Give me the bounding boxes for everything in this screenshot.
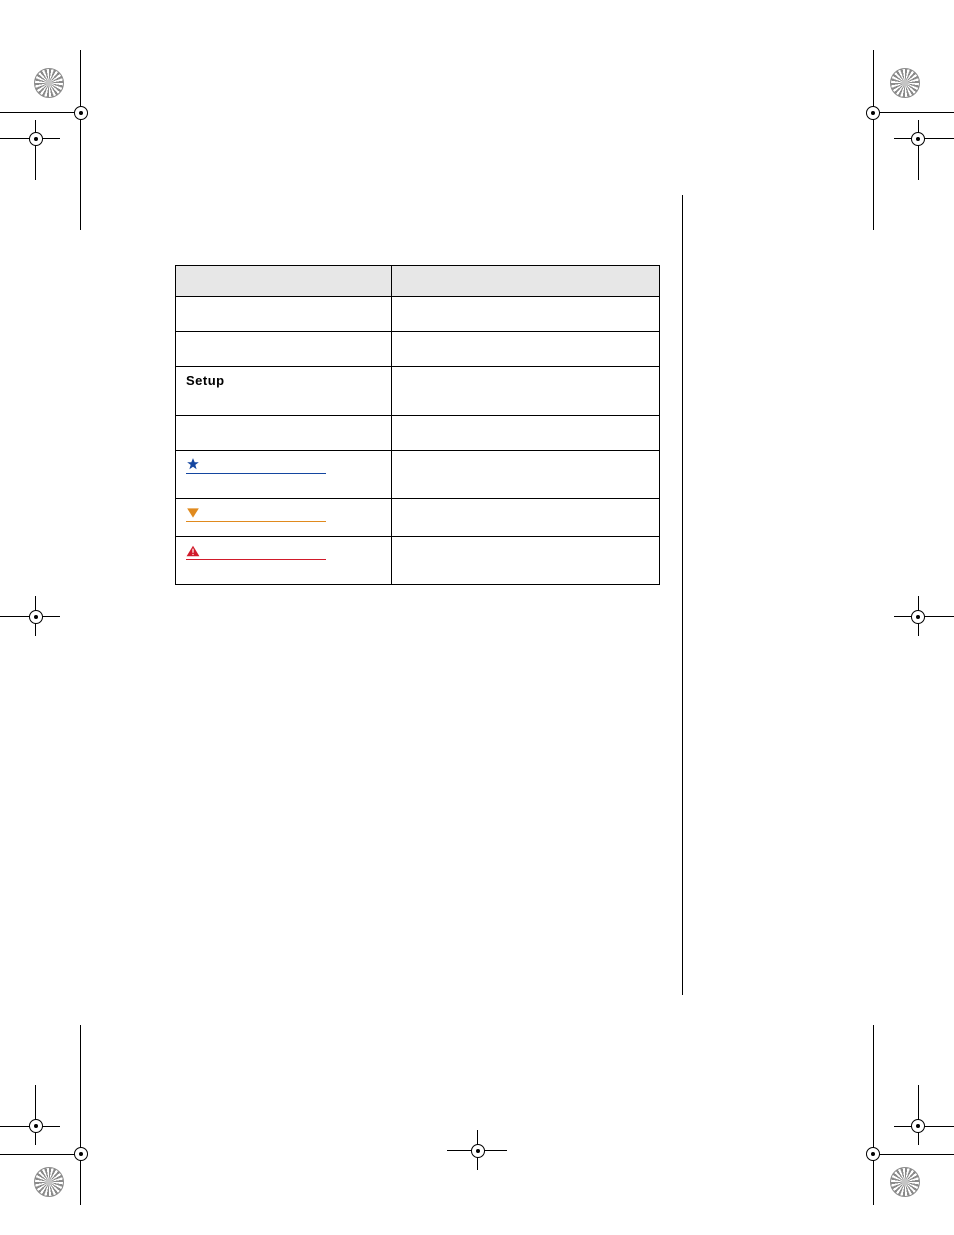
table-row-important	[176, 499, 660, 537]
warning-link[interactable]	[186, 543, 326, 560]
cell-left	[176, 297, 392, 332]
table-row-setup: Setup	[176, 367, 660, 416]
cell-left	[176, 332, 392, 367]
page-content: Setup	[175, 195, 680, 585]
cell-right	[392, 297, 660, 332]
tip-link[interactable]	[186, 457, 326, 474]
cell-left: Setup	[176, 367, 392, 416]
table-header-left	[176, 266, 392, 297]
table-row	[176, 332, 660, 367]
table-header-right	[392, 266, 660, 297]
column-right-rule	[682, 195, 683, 995]
cell-right	[392, 537, 660, 585]
table-row	[176, 297, 660, 332]
warning-icon	[186, 543, 204, 558]
cell-right	[392, 416, 660, 451]
setup-label: Setup	[186, 373, 225, 388]
cell-right	[392, 499, 660, 537]
cell-right	[392, 451, 660, 499]
conventions-table: Setup	[175, 265, 660, 585]
table-header-row	[176, 266, 660, 297]
triangle-icon	[186, 505, 204, 520]
important-link[interactable]	[186, 505, 326, 522]
cell-left	[176, 537, 392, 585]
cell-left	[176, 499, 392, 537]
cell-right	[392, 367, 660, 416]
table-row	[176, 416, 660, 451]
table-row-tip	[176, 451, 660, 499]
cell-left	[176, 416, 392, 451]
star-icon	[186, 457, 204, 472]
cell-left	[176, 451, 392, 499]
table-row-warning	[176, 537, 660, 585]
cell-right	[392, 332, 660, 367]
